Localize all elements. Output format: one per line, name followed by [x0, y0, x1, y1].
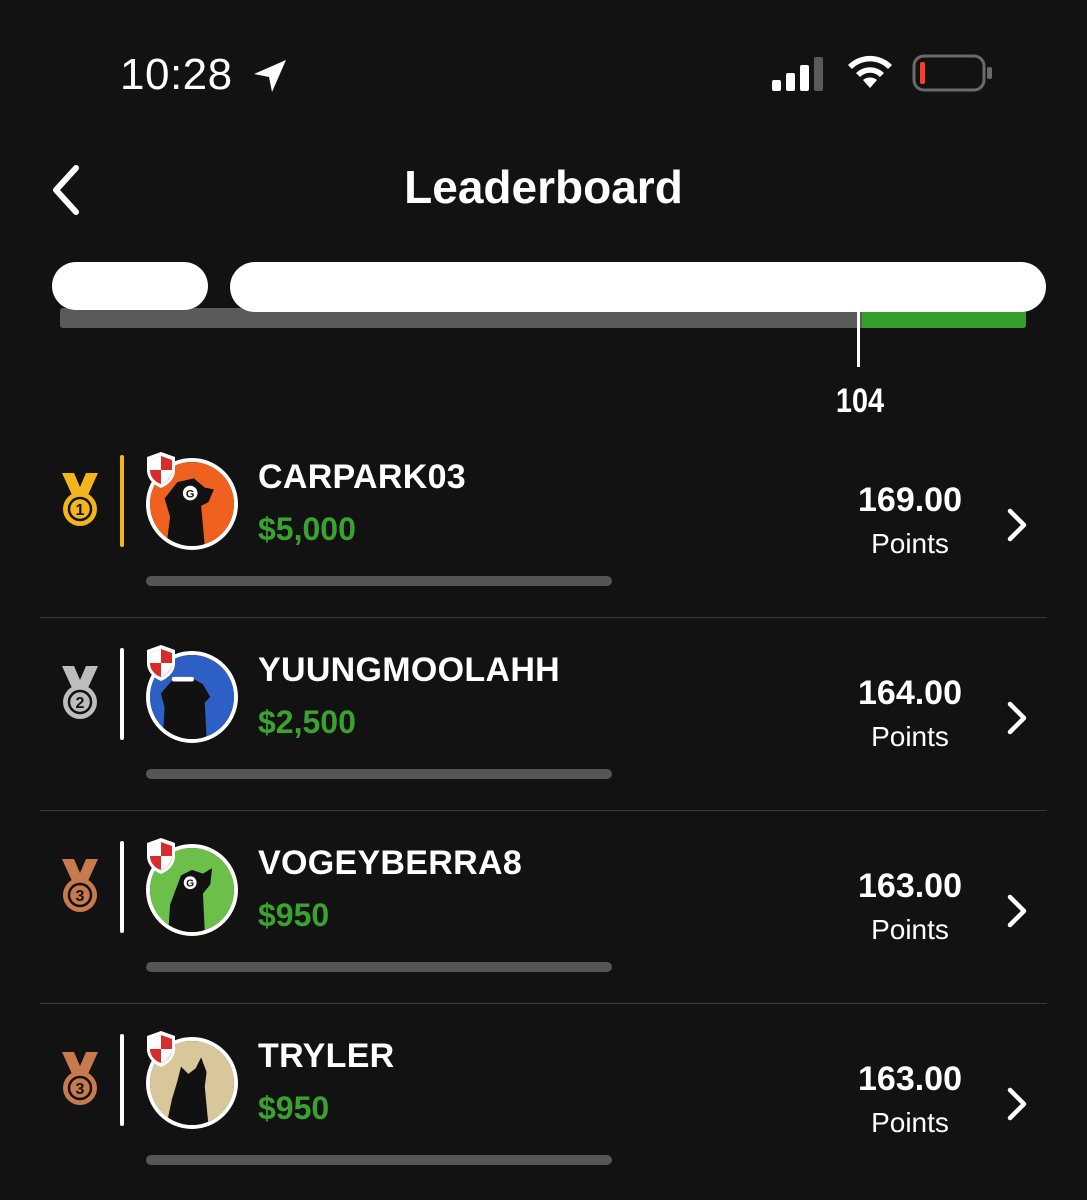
bronze-medal-icon: 3 [62, 859, 98, 912]
battery-low-icon [912, 54, 992, 92]
row-progress-bar [146, 962, 612, 972]
points-label: Points [871, 1107, 949, 1138]
redaction-scribble [230, 262, 1046, 312]
points-label: Points [871, 528, 949, 559]
redaction-scribble [52, 262, 208, 310]
chevron-right-icon[interactable] [1002, 505, 1032, 545]
leaderboard-row[interactable]: 3 G VOGEYBERRA8 $950 163.00 Points [40, 811, 1047, 1004]
svg-text:3: 3 [76, 888, 85, 905]
silver-medal-icon: 2 [62, 666, 98, 719]
rank-divider [120, 648, 124, 740]
row-progress-bar [146, 576, 612, 586]
points: 163.00 Points [830, 1060, 990, 1139]
points-value: 169.00 [858, 481, 962, 519]
chevron-right-icon[interactable] [1002, 698, 1032, 738]
cut-line-value: 104 [835, 382, 885, 420]
username: VOGEYBERRA8 [258, 844, 523, 882]
cellular-signal-icon [772, 57, 823, 91]
points: 163.00 Points [830, 867, 990, 946]
prize-amount: $2,500 [258, 704, 356, 740]
shield-badge-icon [147, 838, 175, 874]
bronze-medal-icon: 3 [62, 1052, 98, 1105]
points-value: 163.00 [858, 1060, 962, 1098]
points: 169.00 Points [830, 481, 990, 560]
svg-text:G: G [186, 489, 195, 501]
status-bar: 10:28 [0, 0, 1087, 140]
wifi-icon [848, 55, 892, 88]
location-arrow-icon [254, 60, 286, 92]
username: TRYLER [258, 1037, 395, 1075]
svg-text:2: 2 [76, 695, 85, 712]
status-time: 10:28 [120, 50, 233, 99]
svg-text:3: 3 [76, 1081, 85, 1098]
leaderboard-list: 1 G CARPARK03 $5,000 169.00 Points 2 YUU… [0, 425, 1087, 1197]
points: 164.00 Points [830, 674, 990, 753]
leaderboard-row[interactable]: 2 YUUNGMOOLAHH $2,500 164.00 Points [40, 618, 1047, 811]
prize-amount: $950 [258, 1090, 330, 1126]
svg-text:1: 1 [76, 502, 85, 519]
rank-divider [120, 841, 124, 933]
rank-divider [120, 1034, 124, 1126]
svg-text:G: G [186, 878, 194, 889]
points-value: 163.00 [858, 867, 962, 905]
username: YUUNGMOOLAHH [258, 651, 561, 689]
points-label: Points [871, 914, 949, 945]
rank-divider [120, 455, 124, 547]
leaderboard-row[interactable]: 3 TRYLER $950 163.00 Points [40, 1004, 1047, 1197]
chevron-right-icon[interactable] [1002, 891, 1032, 931]
cut-line-progress: 104 [0, 250, 1087, 430]
shield-badge-icon [147, 645, 175, 681]
row-progress-bar [146, 769, 612, 779]
cut-line-marker [857, 305, 860, 367]
page-title: Leaderboard [404, 161, 683, 213]
chevron-right-icon[interactable] [1002, 1084, 1032, 1124]
points-value: 164.00 [858, 674, 962, 712]
shield-badge-icon [147, 452, 175, 488]
prize-amount: $950 [258, 897, 330, 933]
username: CARPARK03 [258, 458, 466, 496]
row-progress-bar [146, 1155, 612, 1165]
prize-amount: $5,000 [258, 511, 356, 547]
gold-medal-icon: 1 [62, 473, 98, 526]
leaderboard-row[interactable]: 1 G CARPARK03 $5,000 169.00 Points [40, 425, 1047, 618]
points-label: Points [871, 721, 949, 752]
shield-badge-icon [147, 1031, 175, 1067]
